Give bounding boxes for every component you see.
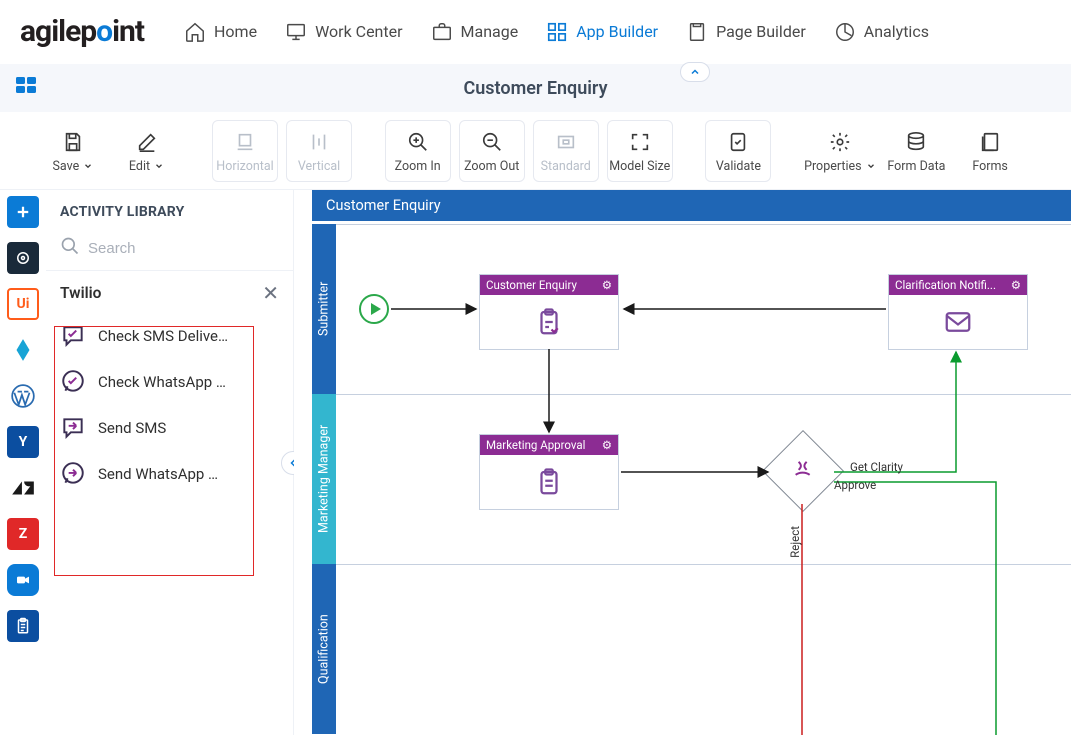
activity-send-sms[interactable]: Send SMS: [46, 405, 293, 451]
align-vertical-icon: [308, 129, 330, 155]
lane-qualification: Qualification: [312, 564, 336, 734]
top-nav: agilepoint Home Work Center Manage App B…: [0, 0, 1071, 64]
rail-diamond-icon[interactable]: [7, 334, 39, 366]
forms-button[interactable]: Forms: [957, 120, 1023, 182]
panel-header: ACTIVITY LIBRARY: [46, 190, 293, 230]
properties-button[interactable]: Properties: [804, 120, 876, 182]
node-marketing-approval[interactable]: Marketing Approval⚙: [479, 434, 619, 510]
start-node[interactable]: [359, 294, 389, 324]
edit-icon: [136, 129, 158, 155]
briefcase-icon: [431, 21, 453, 43]
rail-z-icon[interactable]: Z: [7, 518, 39, 550]
rail-y-icon[interactable]: Y: [7, 426, 39, 458]
rail-target-icon[interactable]: [7, 242, 39, 274]
close-icon[interactable]: ✕: [262, 281, 279, 305]
search-input[interactable]: [88, 240, 279, 257]
toolbar: Save Edit Horizontal Vertical Zoom In Zo…: [0, 112, 1071, 190]
lane-submitter: Submitter: [312, 224, 336, 394]
lane-marketing: Marketing Manager: [312, 394, 336, 564]
left-rail: Ui Y Z: [0, 190, 46, 735]
activity-panel: ACTIVITY LIBRARY Twilio ✕ Check SMS Deli…: [46, 190, 294, 735]
activity-check-sms[interactable]: Check SMS Delive…: [46, 313, 293, 359]
canvas[interactable]: Customer Enquiry Submitter Marketing Man…: [294, 190, 1071, 735]
edge-get-clarity: Get Clarity: [850, 460, 903, 474]
save-button[interactable]: Save: [40, 120, 106, 182]
home-icon: [184, 21, 206, 43]
nav-app-builder[interactable]: App Builder: [546, 21, 658, 43]
chat-check-icon: [60, 369, 86, 395]
group-title: Twilio ✕: [46, 271, 293, 313]
rail-ui-icon[interactable]: Ui: [7, 288, 39, 320]
nav-manage[interactable]: Manage: [431, 21, 519, 43]
rail-wordpress-icon[interactable]: [7, 380, 39, 412]
nav-analytics[interactable]: Analytics: [834, 21, 929, 43]
search-row: [46, 230, 293, 271]
canvas-title: Customer Enquiry: [312, 190, 1071, 221]
standard-button[interactable]: Standard: [533, 120, 599, 182]
expand-icon: [629, 129, 651, 155]
grid-icon: [546, 21, 568, 43]
apps-icon[interactable]: [14, 74, 38, 102]
chat-arrow-icon: [60, 461, 86, 487]
edge-approve: Approve: [834, 478, 876, 492]
align-horizontal-icon: [234, 129, 256, 155]
zoom-out-button[interactable]: Zoom Out: [459, 120, 525, 182]
rail-clipboard-icon[interactable]: [7, 610, 39, 642]
nav-home[interactable]: Home: [184, 21, 257, 43]
page-icon: [686, 21, 708, 43]
horizontal-button[interactable]: Horizontal: [212, 120, 278, 182]
rail-zendesk-icon[interactable]: [7, 472, 39, 504]
edit-button[interactable]: Edit: [114, 120, 180, 182]
gear-icon[interactable]: ⚙: [602, 438, 612, 452]
zoom-in-icon: [407, 129, 429, 155]
pie-icon: [834, 21, 856, 43]
speech-arrow-icon: [60, 415, 86, 441]
node-clarification[interactable]: Clarification Notifi...⚙: [888, 274, 1028, 350]
fit-icon: [555, 129, 577, 155]
activity-send-whatsapp[interactable]: Send WhatsApp …: [46, 451, 293, 497]
model-size-button[interactable]: Model Size: [607, 120, 673, 182]
zoom-in-button[interactable]: Zoom In: [385, 120, 451, 182]
gear-icon[interactable]: ⚙: [1011, 278, 1021, 292]
title-bar: Customer Enquiry: [0, 64, 1071, 112]
activity-check-whatsapp[interactable]: Check WhatsApp …: [46, 359, 293, 405]
zoom-out-icon: [481, 129, 503, 155]
gateway[interactable]: [762, 430, 844, 512]
form-data-button[interactable]: Form Data: [884, 120, 950, 182]
save-icon: [62, 129, 84, 155]
speech-check-icon: [60, 323, 86, 349]
edge-reject: Reject: [788, 526, 802, 558]
page-title: Customer Enquiry: [463, 78, 607, 99]
node-customer-enquiry[interactable]: Customer Enquiry⚙: [479, 274, 619, 350]
nav-page-builder[interactable]: Page Builder: [686, 21, 806, 43]
validate-icon: [727, 129, 749, 155]
database-icon: [905, 129, 927, 155]
validate-button[interactable]: Validate: [705, 120, 771, 182]
rail-add-icon[interactable]: [7, 196, 39, 228]
gear-icon[interactable]: ⚙: [602, 278, 612, 292]
search-icon: [60, 236, 80, 260]
rail-video-icon[interactable]: [7, 564, 39, 596]
nav-work-center[interactable]: Work Center: [285, 21, 402, 43]
vertical-button[interactable]: Vertical: [286, 120, 352, 182]
forms-icon: [979, 129, 1001, 155]
logo: agilepoint: [20, 14, 144, 49]
gear-icon: [829, 129, 851, 155]
monitor-icon: [285, 21, 307, 43]
